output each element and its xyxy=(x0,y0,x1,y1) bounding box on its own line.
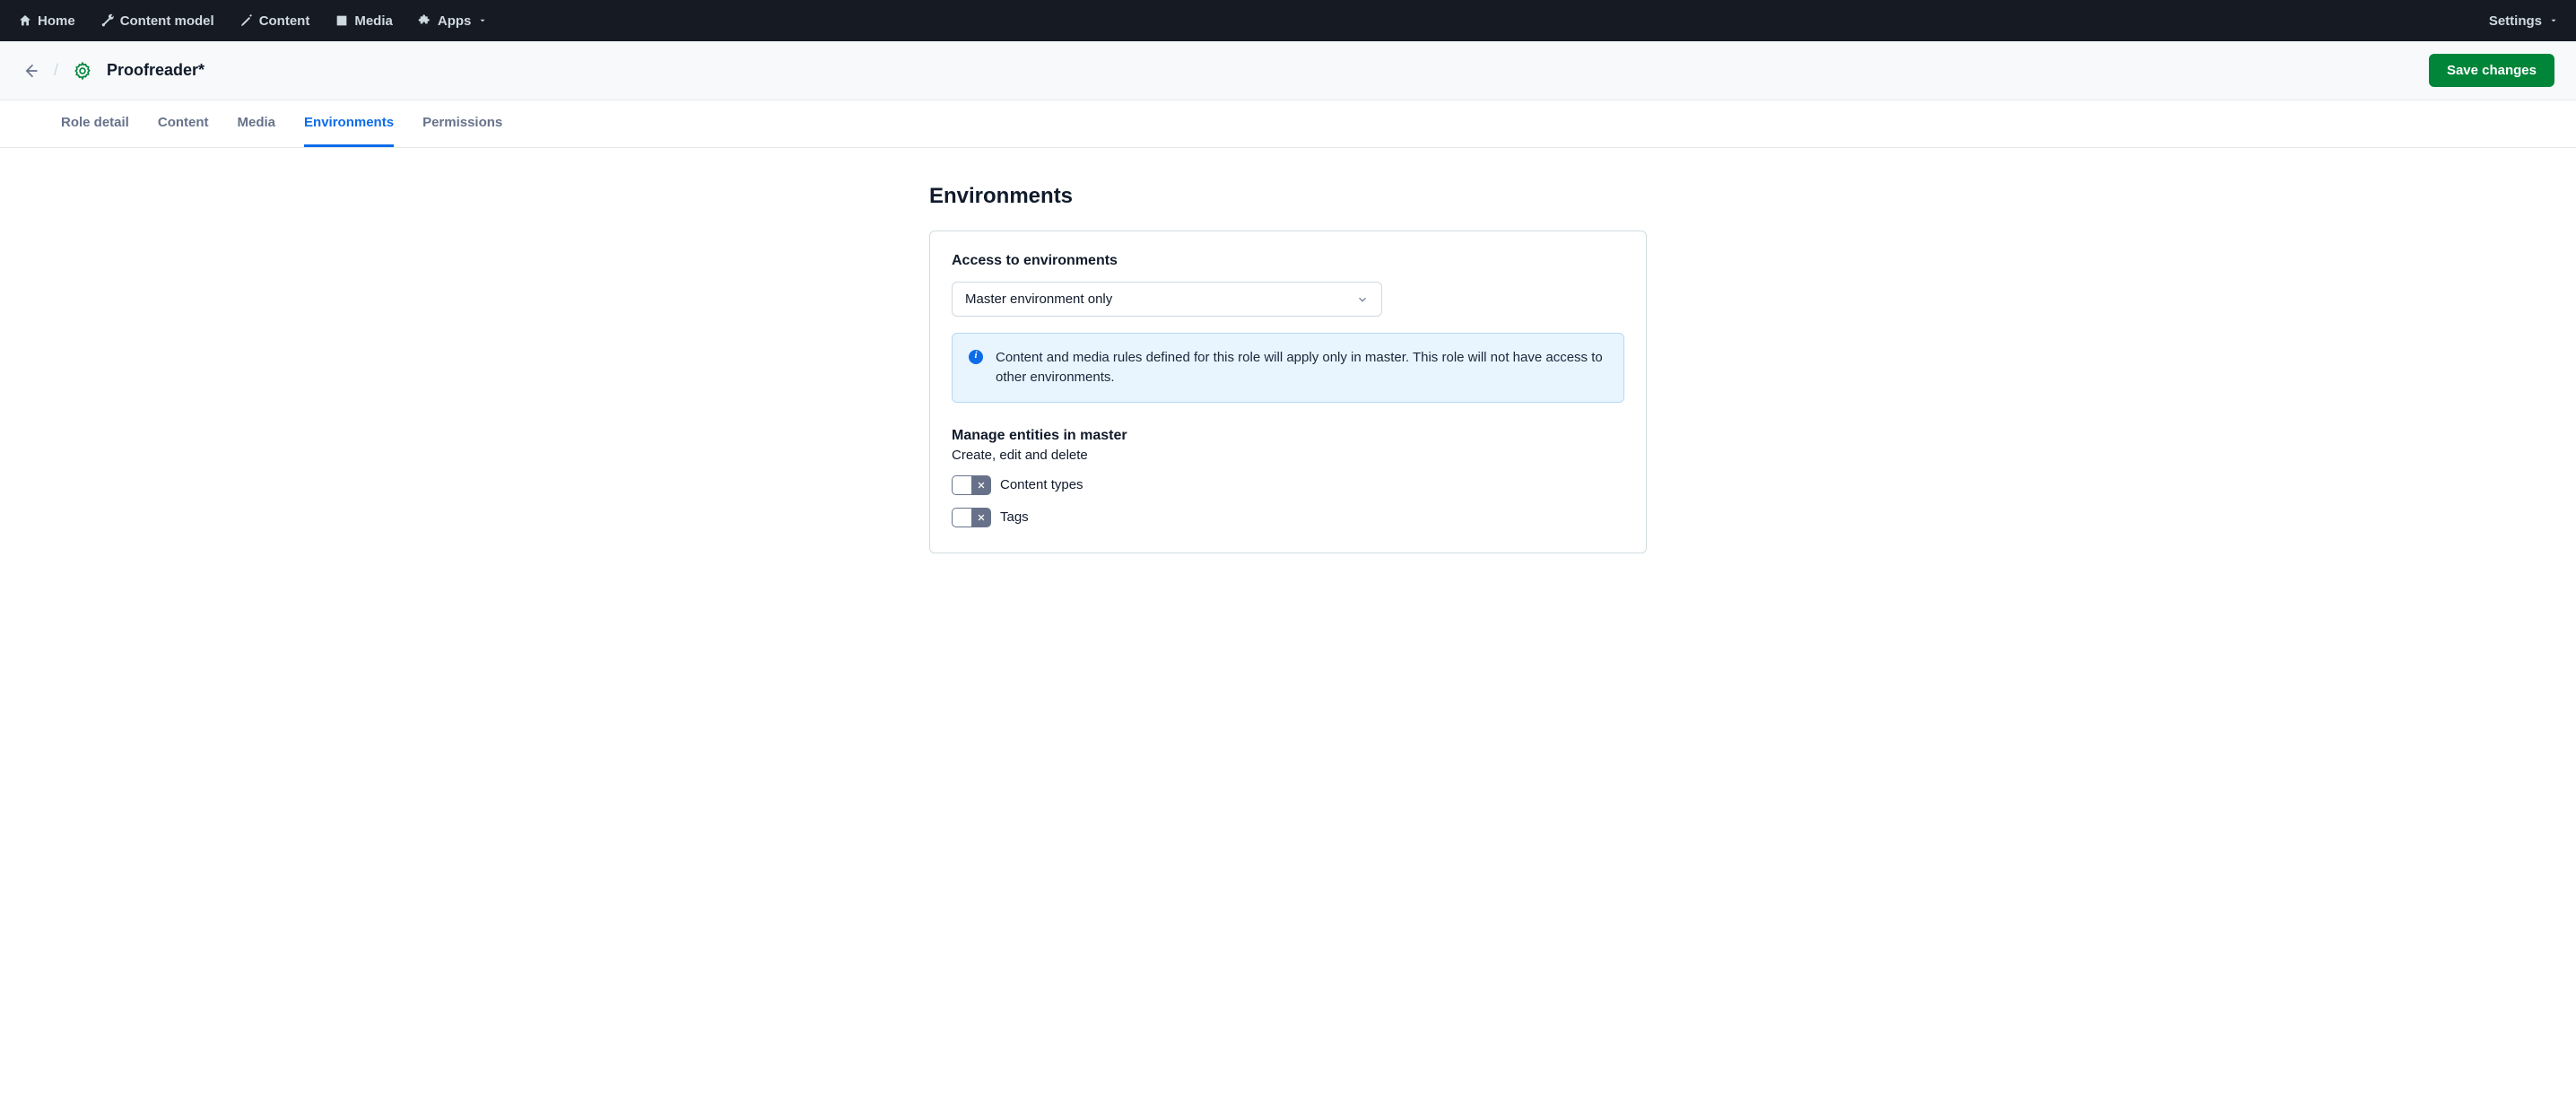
pen-icon xyxy=(239,13,254,28)
home-icon xyxy=(18,13,32,28)
toggle-off-indicator xyxy=(972,481,990,490)
info-icon xyxy=(969,350,983,364)
tab-environments[interactable]: Environments xyxy=(304,100,394,147)
puzzle-icon xyxy=(418,13,432,28)
nav-label: Home xyxy=(38,13,75,29)
nav-apps[interactable]: Apps xyxy=(405,0,500,41)
toggle-knob xyxy=(953,509,972,527)
nav-media[interactable]: Media xyxy=(322,0,405,41)
toggle-knob xyxy=(953,476,972,494)
x-icon xyxy=(977,481,986,490)
access-title: Access to environments xyxy=(952,253,1624,269)
toggle-label: Content types xyxy=(1000,477,1083,492)
nav-home[interactable]: Home xyxy=(18,0,88,41)
tab-permissions[interactable]: Permissions xyxy=(422,100,502,147)
main-heading: Environments xyxy=(929,184,1647,209)
info-note: Content and media rules defined for this… xyxy=(952,333,1624,403)
manage-subtitle: Create, edit and delete xyxy=(952,448,1624,463)
chevron-down-icon xyxy=(2549,16,2558,25)
nav-content[interactable]: Content xyxy=(227,0,323,41)
main-content: Environments Access to environments Mast… xyxy=(911,184,1665,589)
x-icon xyxy=(977,513,986,522)
nav-label: Settings xyxy=(2489,13,2542,29)
gear-icon xyxy=(73,61,92,81)
toggle-tags[interactable] xyxy=(952,508,991,527)
nav-settings[interactable]: Settings xyxy=(2489,0,2558,41)
nav-label: Apps xyxy=(438,13,472,29)
toggle-row-tags: Tags xyxy=(952,508,1624,527)
save-button[interactable]: Save changes xyxy=(2429,54,2554,87)
image-icon xyxy=(335,13,349,28)
toggle-row-content-types: Content types xyxy=(952,475,1624,495)
back-button[interactable] xyxy=(22,62,39,80)
info-text: Content and media rules defined for this… xyxy=(996,348,1607,387)
top-nav-right: Settings xyxy=(2489,0,2558,41)
chevron-down-icon xyxy=(478,16,487,25)
toggle-off-indicator xyxy=(972,513,990,522)
toggle-content-types[interactable] xyxy=(952,475,991,495)
page-header-left: / Proofreader* xyxy=(22,61,205,81)
environments-card: Access to environments Master environmen… xyxy=(929,231,1647,553)
manage-section: Manage entities in master Create, edit a… xyxy=(952,428,1624,527)
page-header: / Proofreader* Save changes xyxy=(0,41,2576,100)
wrench-icon xyxy=(100,13,115,28)
nav-label: Content model xyxy=(120,13,214,29)
nav-content-model[interactable]: Content model xyxy=(88,0,227,41)
nav-label: Content xyxy=(259,13,310,29)
select-value: Master environment only xyxy=(965,292,1112,307)
tabs: Role detail Content Media Environments P… xyxy=(0,100,2576,148)
page-title: Proofreader* xyxy=(107,61,205,80)
nav-label: Media xyxy=(354,13,393,29)
top-nav: Home Content model Content Media Apps Se… xyxy=(0,0,2576,41)
breadcrumb-separator: / xyxy=(54,61,58,80)
manage-title: Manage entities in master xyxy=(952,428,1624,444)
environment-select[interactable]: Master environment only xyxy=(952,282,1382,317)
top-nav-left: Home Content model Content Media Apps xyxy=(18,0,500,41)
tab-role-detail[interactable]: Role detail xyxy=(61,100,129,147)
chevron-down-icon xyxy=(1356,293,1369,306)
toggle-label: Tags xyxy=(1000,509,1029,525)
tab-media[interactable]: Media xyxy=(238,100,276,147)
tab-content[interactable]: Content xyxy=(158,100,209,147)
